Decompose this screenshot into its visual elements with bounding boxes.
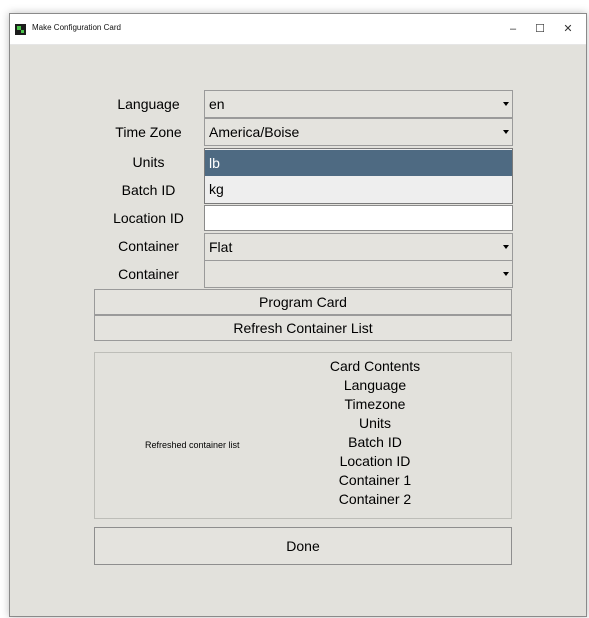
timezone-row: Time Zone America/Boise: [94, 118, 513, 146]
status-text: Refreshed container list: [145, 440, 240, 450]
card-contents-item: Container 1: [338, 472, 412, 488]
container1-label: Container: [118, 238, 179, 254]
location-id-label: Location ID: [113, 210, 184, 226]
language-value: en: [209, 96, 225, 112]
minimize-button[interactable]: –: [500, 17, 526, 41]
card-contents-item: Location ID: [339, 453, 411, 469]
card-contents-panel: Refreshed container list Card Contents L…: [94, 352, 512, 519]
units-label: Units: [132, 154, 165, 170]
chevron-down-icon[interactable]: [503, 102, 509, 106]
title-bar[interactable]: Make Configuration Card – ☐ ✕: [10, 14, 586, 45]
maximize-button[interactable]: ☐: [527, 17, 553, 41]
location-id-input[interactable]: [204, 205, 513, 231]
container1-row: Container Flat: [94, 232, 513, 261]
batch-id-label: Batch ID: [121, 182, 176, 198]
card-contents-item: Units: [359, 415, 391, 431]
card-contents-item: Batch ID: [348, 434, 402, 450]
card-contents-item: Timezone: [344, 396, 406, 412]
units-option[interactable]: kg: [205, 176, 512, 202]
timezone-label: Time Zone: [115, 124, 182, 140]
container2-select[interactable]: [204, 260, 513, 288]
done-button[interactable]: Done: [94, 527, 512, 565]
container1-select[interactable]: Flat: [204, 233, 513, 261]
window-title: Make Configuration Card: [32, 23, 121, 32]
close-button[interactable]: ✕: [555, 17, 581, 41]
program-card-button[interactable]: Program Card: [94, 289, 512, 315]
container2-label: Container: [118, 266, 179, 282]
chevron-down-icon[interactable]: [503, 272, 509, 276]
card-contents-heading: Card Contents: [329, 358, 421, 374]
card-contents-item: Language: [343, 377, 407, 393]
timezone-select[interactable]: America/Boise: [204, 118, 513, 146]
units-option-selected[interactable]: lb: [205, 150, 512, 176]
timezone-value: America/Boise: [209, 124, 300, 140]
chevron-down-icon[interactable]: [503, 245, 509, 249]
chevron-down-icon[interactable]: [503, 130, 509, 134]
location-id-row: Location ID: [94, 204, 513, 232]
app-icon: [15, 24, 26, 35]
language-label: Language: [117, 96, 180, 112]
container1-value: Flat: [209, 239, 233, 255]
card-contents-item: Container 2: [338, 491, 412, 507]
refresh-container-list-button[interactable]: Refresh Container List: [94, 315, 512, 341]
app-window: Make Configuration Card – ☐ ✕ Language e…: [9, 13, 587, 617]
container2-row: Container: [94, 260, 513, 288]
units-dropdown-list: lb kg: [204, 148, 513, 204]
language-select[interactable]: en: [204, 90, 513, 118]
language-row: Language en: [94, 90, 513, 118]
card-contents-list: Card Contents Language Timezone Units Ba…: [295, 357, 455, 509]
